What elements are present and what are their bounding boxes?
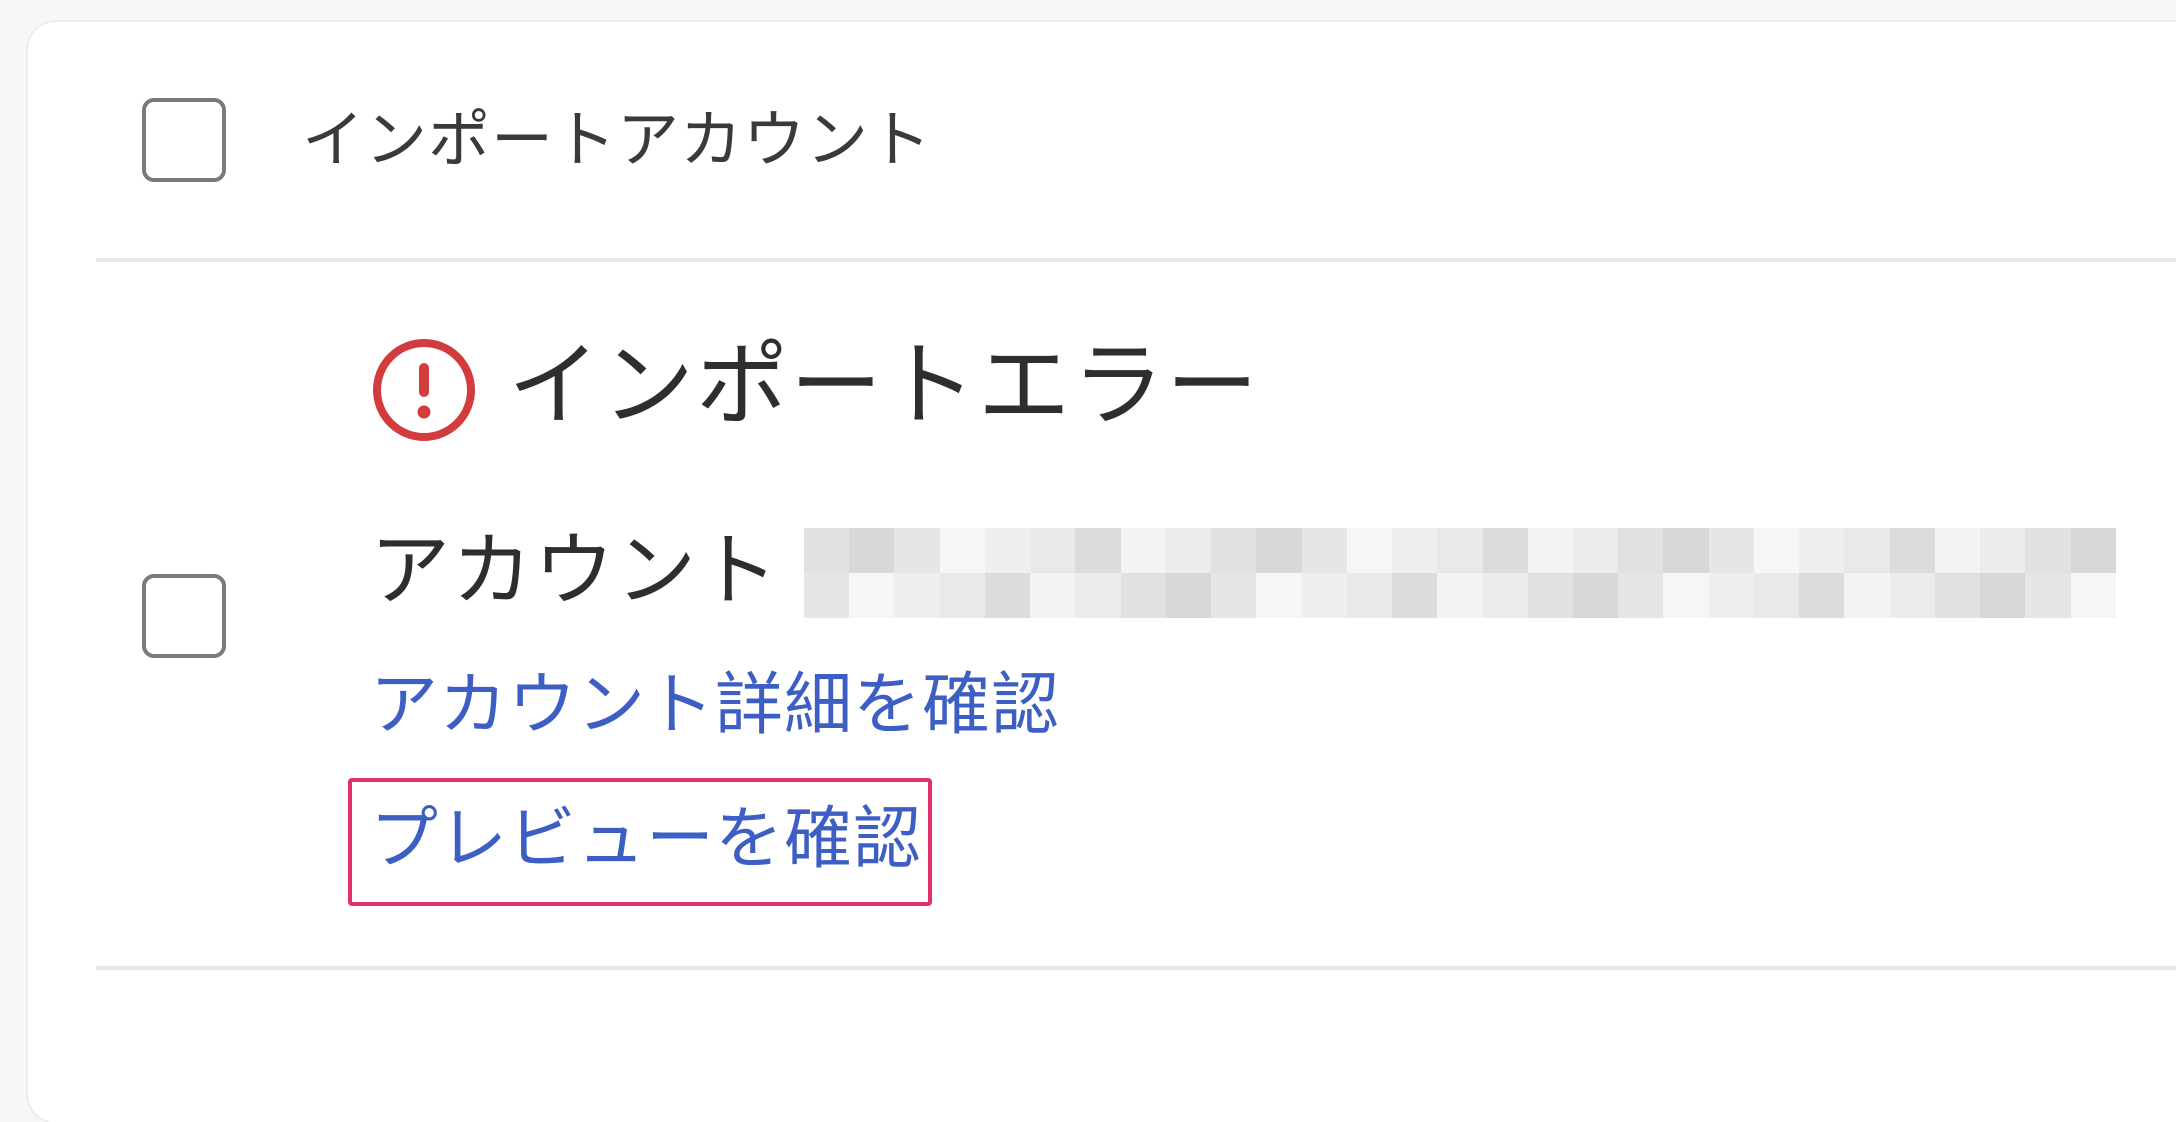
select-all-checkbox[interactable] xyxy=(142,98,226,182)
redacted-account-id xyxy=(804,528,2116,618)
view-preview-link[interactable]: プレビューを確認 xyxy=(370,798,922,882)
import-error-title: インポートエラー xyxy=(508,332,1261,439)
account-label: アカウント xyxy=(370,524,780,617)
row-divider xyxy=(96,966,2176,970)
row-checkbox[interactable] xyxy=(142,574,226,658)
header-divider xyxy=(96,258,2176,262)
import-accounts-header-label: インポートアカウント xyxy=(302,103,933,176)
view-account-details-link[interactable]: アカウント詳細を確認 xyxy=(370,664,1060,748)
error-circle-icon xyxy=(373,339,475,441)
